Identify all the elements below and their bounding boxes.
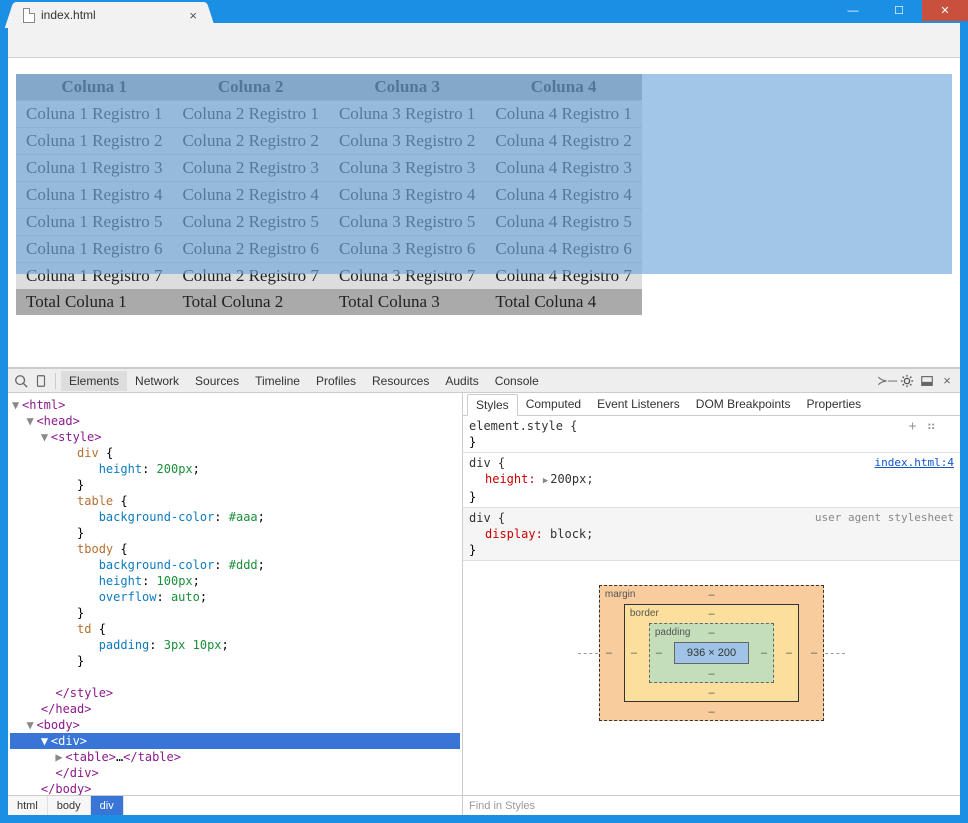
devtools-tab-sources[interactable]: Sources <box>187 371 247 391</box>
box-model: margin –––– border –––– padding –––– 936… <box>463 561 960 745</box>
table-row: Coluna 1 Registro 1Coluna 2 Registro 1Co… <box>16 101 642 128</box>
dock-icon[interactable] <box>918 372 936 390</box>
styles-tab-dom-breakpoints[interactable]: DOM Breakpoints <box>688 394 799 414</box>
table-cell: Coluna 2 Registro 6 <box>172 236 328 263</box>
devtools-tab-audits[interactable]: Audits <box>437 371 486 391</box>
dom-breadcrumb: htmlbodydiv <box>8 795 462 815</box>
table-cell: Coluna 2 Registro 5 <box>172 209 328 236</box>
table-footer-cell: Total Coluna 1 <box>16 289 172 315</box>
devtools-panel: ElementsNetworkSourcesTimelineProfilesRe… <box>8 367 960 815</box>
style-rule-ua: user agent stylesheet div { display: blo… <box>463 508 960 561</box>
styles-panel: StylesComputedEvent ListenersDOM Breakpo… <box>463 393 960 815</box>
maximize-button[interactable]: ☐ <box>876 0 922 21</box>
table-cell: Coluna 2 Registro 2 <box>172 128 328 155</box>
table-cell: Coluna 3 Registro 6 <box>329 236 485 263</box>
tab-title: index.html <box>41 8 183 22</box>
table-cell: Coluna 1 Registro 3 <box>16 155 172 182</box>
table-row: Coluna 1 Registro 3Coluna 2 Registro 3Co… <box>16 155 642 182</box>
page-viewport: Coluna 1Coluna 2Coluna 3Coluna 4 Coluna … <box>8 58 960 367</box>
settings-icon[interactable] <box>898 372 916 390</box>
close-button[interactable]: ✕ <box>922 0 968 21</box>
table-header: Coluna 4 <box>485 74 641 101</box>
table-row: Coluna 1 Registro 5Coluna 2 Registro 5Co… <box>16 209 642 236</box>
breadcrumb-body[interactable]: body <box>48 796 91 815</box>
data-table: Coluna 1Coluna 2Coluna 3Coluna 4 Coluna … <box>16 74 642 315</box>
styles-tab-event-listeners[interactable]: Event Listeners <box>589 394 688 414</box>
table-cell: Coluna 1 Registro 1 <box>16 101 172 128</box>
elements-panel: ▼<html> ▼<head> ▼<style> div { height: 2… <box>8 393 463 815</box>
styles-tabs: StylesComputedEvent ListenersDOM Breakpo… <box>463 393 960 416</box>
devtools-tab-elements[interactable]: Elements <box>61 371 127 391</box>
devtools-main: ▼<html> ▼<head> ▼<style> div { height: 2… <box>8 393 960 815</box>
table-header: Coluna 2 <box>172 74 328 101</box>
devtools-tab-console[interactable]: Console <box>487 371 547 391</box>
device-icon[interactable] <box>32 372 50 390</box>
window-buttons: — ☐ ✕ <box>830 0 968 21</box>
devtools-tab-timeline[interactable]: Timeline <box>247 371 308 391</box>
breadcrumb-div[interactable]: div <box>91 796 124 815</box>
table-header: Coluna 1 <box>16 74 172 101</box>
style-rule-div[interactable]: index.html:4 div { height: ▶200px; } <box>463 453 960 508</box>
add-rule-icon[interactable]: + <box>909 419 917 435</box>
style-rule-element[interactable]: +⠶ element.style {} <box>463 416 960 453</box>
devtools-toolbar: ElementsNetworkSourcesTimelineProfilesRe… <box>8 369 960 393</box>
table-cell: Coluna 4 Registro 6 <box>485 236 641 263</box>
table-cell: Coluna 4 Registro 2 <box>485 128 641 155</box>
table-cell: Coluna 1 Registro 4 <box>16 182 172 209</box>
table-cell: Coluna 2 Registro 7 <box>172 263 328 290</box>
content-frame: Coluna 1Coluna 2Coluna 3Coluna 4 Coluna … <box>8 23 960 815</box>
styles-tab-properties[interactable]: Properties <box>798 394 869 414</box>
table-cell: Coluna 3 Registro 4 <box>329 182 485 209</box>
table-cell: Coluna 2 Registro 4 <box>172 182 328 209</box>
drawer-icon[interactable]: ≻─ <box>878 372 896 390</box>
table-row: Coluna 1 Registro 7Coluna 2 Registro 7Co… <box>16 263 642 290</box>
table-cell: Coluna 4 Registro 5 <box>485 209 641 236</box>
table-footer-cell: Total Coluna 3 <box>329 289 485 315</box>
table-cell: Coluna 1 Registro 6 <box>16 236 172 263</box>
breadcrumb-html[interactable]: html <box>8 796 48 815</box>
selected-dom-node[interactable]: ▼<div> <box>10 733 460 749</box>
table-cell: Coluna 3 Registro 2 <box>329 128 485 155</box>
styles-tab-styles[interactable]: Styles <box>467 394 518 416</box>
inspect-icon[interactable] <box>12 372 30 390</box>
devtools-tab-network[interactable]: Network <box>127 371 187 391</box>
table-header: Coluna 3 <box>329 74 485 101</box>
table-row: Coluna 1 Registro 4Coluna 2 Registro 4Co… <box>16 182 642 209</box>
table-cell: Coluna 4 Registro 3 <box>485 155 641 182</box>
dom-tree[interactable]: ▼<html> ▼<head> ▼<style> div { height: 2… <box>8 393 462 795</box>
devtools-close-icon[interactable]: × <box>938 372 956 390</box>
browser-window: index.html × — ☐ ✕ Coluna 1Coluna 2Colun… <box>0 0 968 823</box>
devtools-tab-profiles[interactable]: Profiles <box>308 371 364 391</box>
table-cell: Coluna 3 Registro 3 <box>329 155 485 182</box>
table-cell: Coluna 4 Registro 7 <box>485 263 641 290</box>
close-tab-icon[interactable]: × <box>189 8 197 23</box>
browser-toolbar <box>8 23 960 58</box>
table-cell: Coluna 3 Registro 1 <box>329 101 485 128</box>
table-cell: Coluna 4 Registro 4 <box>485 182 641 209</box>
table-cell: Coluna 3 Registro 7 <box>329 263 485 290</box>
devtools-tab-resources[interactable]: Resources <box>364 371 437 391</box>
titlebar: index.html × — ☐ ✕ <box>0 0 968 23</box>
toggle-state-icon[interactable]: ⠶ <box>926 419 936 435</box>
table-cell: Coluna 1 Registro 5 <box>16 209 172 236</box>
table-cell: Coluna 2 Registro 3 <box>172 155 328 182</box>
source-link[interactable]: index.html:4 <box>875 455 954 471</box>
styles-body[interactable]: +⠶ element.style {} index.html:4 div { h… <box>463 416 960 795</box>
table-cell: Coluna 4 Registro 1 <box>485 101 641 128</box>
table-cell: Coluna 1 Registro 7 <box>16 263 172 290</box>
table-cell: Coluna 2 Registro 1 <box>172 101 328 128</box>
minimize-button[interactable]: — <box>830 0 876 21</box>
table-footer-cell: Total Coluna 4 <box>485 289 641 315</box>
styles-tab-computed[interactable]: Computed <box>518 394 589 414</box>
table-footer-cell: Total Coluna 2 <box>172 289 328 315</box>
table-row: Coluna 1 Registro 2Coluna 2 Registro 2Co… <box>16 128 642 155</box>
table-row: Coluna 1 Registro 6Coluna 2 Registro 6Co… <box>16 236 642 263</box>
table-cell: Coluna 1 Registro 2 <box>16 128 172 155</box>
find-in-styles[interactable]: Find in Styles <box>463 795 960 815</box>
file-icon <box>23 8 35 23</box>
table-cell: Coluna 3 Registro 5 <box>329 209 485 236</box>
